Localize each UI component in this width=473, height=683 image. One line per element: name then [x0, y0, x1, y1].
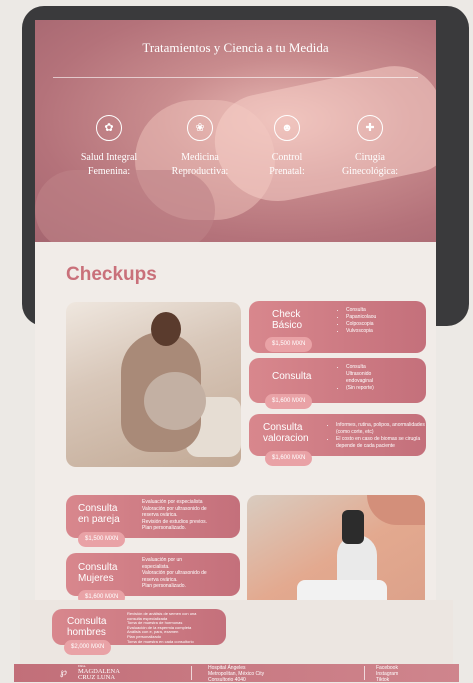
hero-banner: Tratamientos y Ciencia a tu Medida ✿ Sal…: [35, 20, 436, 242]
service-medicina-reproductiva[interactable]: ❀ Medicina Reproductiva:: [160, 115, 240, 179]
card-title: Consulta: [272, 371, 312, 382]
card-title: Consulta: [263, 422, 303, 433]
service-label: Cirugía: [355, 152, 385, 163]
divider: [191, 666, 192, 680]
card-items: Informes, rutina, polipos, anormalidades…: [327, 422, 428, 450]
card-title: Mujeres: [78, 573, 114, 584]
card-title: Consulta: [78, 503, 118, 514]
fertility-icon: ❀: [187, 115, 213, 141]
service-label: Salud Integral: [80, 152, 138, 163]
divider: [364, 666, 365, 680]
card-consulta-hombres[interactable]: Consulta hombres $2,000 MXN Revisión de a…: [52, 609, 226, 655]
service-salud-integral[interactable]: ✿ Salud Integral Femenina:: [69, 115, 149, 179]
hero-title: Tratamientos y Ciencia a tu Medida: [142, 40, 329, 55]
card-items: ConsultaUltrasonidoendovaginal(Sin repor…: [337, 364, 374, 392]
clinic-brand: DRA. MAGDALENA CRUZ LUNA: [78, 664, 120, 681]
card-title: hombres: [67, 627, 106, 638]
service-label: Reproductiva:: [171, 166, 229, 177]
social-links[interactable]: Facebook Instagram Tiktok: [376, 665, 398, 683]
service-label: Ginecológica:: [341, 166, 399, 177]
card-check-basico[interactable]: CheckBásico $1,500 MXN ConsultaPapanicol…: [249, 301, 426, 353]
card-consulta-mujeres[interactable]: Consulta Mujeres $1,600 MXN Evaluación po…: [66, 553, 240, 605]
price-badge: $2,000 MXN: [64, 640, 112, 655]
price-badge: $1,600 MXN: [265, 451, 313, 466]
price-badge: $1,600 MXN: [265, 394, 313, 409]
address-block: Hospital Ángeles Metropolitan, México Cit…: [208, 665, 265, 683]
surgery-icon: ✚: [357, 115, 383, 141]
card-consulta[interactable]: Consulta $1,600 MXN ConsultaUltrasonidoe…: [249, 358, 426, 409]
divider: [53, 77, 418, 78]
card-description: Revisión de análisis de semen con una con…: [127, 611, 197, 644]
uterus-icon: ✿: [96, 115, 122, 141]
service-control-prenatal[interactable]: ☻ Control Prenatal:: [247, 115, 327, 179]
service-cirugia-ginecologica[interactable]: ✚ Cirugía Ginecológica:: [330, 115, 410, 179]
card-consulta-valoracion[interactable]: Consultavaloracion $1,600 MXN Informes, …: [249, 414, 428, 466]
footer-bar: ℘ DRA. MAGDALENA CRUZ LUNA Hospital Ánge…: [14, 664, 459, 683]
baby-icon: ☻: [274, 115, 300, 141]
service-label: Control: [271, 152, 303, 163]
card-title: valoracion: [263, 433, 309, 444]
service-label: Femenina:: [87, 166, 131, 177]
clinic-logo: ℘: [60, 667, 67, 678]
card-consulta-en-pareja[interactable]: Consulta en pareja $1,500 MXN Evaluación …: [66, 495, 240, 547]
price-badge: $1,500 MXN: [78, 532, 126, 547]
blanket-image: [35, 170, 215, 242]
service-label: Medicina: [181, 152, 219, 163]
card-description: Evaluación por un especialista. Valoración…: [142, 557, 207, 589]
card-title: Consulta: [67, 616, 107, 627]
card-title: Check: [272, 309, 301, 320]
pregnant-woman-photo: [66, 302, 241, 467]
card-title: en pareja: [78, 514, 120, 525]
card-description: Evaluación por especialista Valoración po…: [142, 499, 208, 531]
card-items: ConsultaPapanicolaouColposcopiaVulvoscop…: [337, 307, 376, 335]
card-title: Consulta: [78, 562, 118, 573]
card-title: Básico: [272, 320, 303, 331]
service-label: Prenatal:: [269, 166, 305, 177]
price-badge: $1,500 MXN: [265, 337, 313, 352]
section-title: Checkups: [66, 264, 157, 285]
